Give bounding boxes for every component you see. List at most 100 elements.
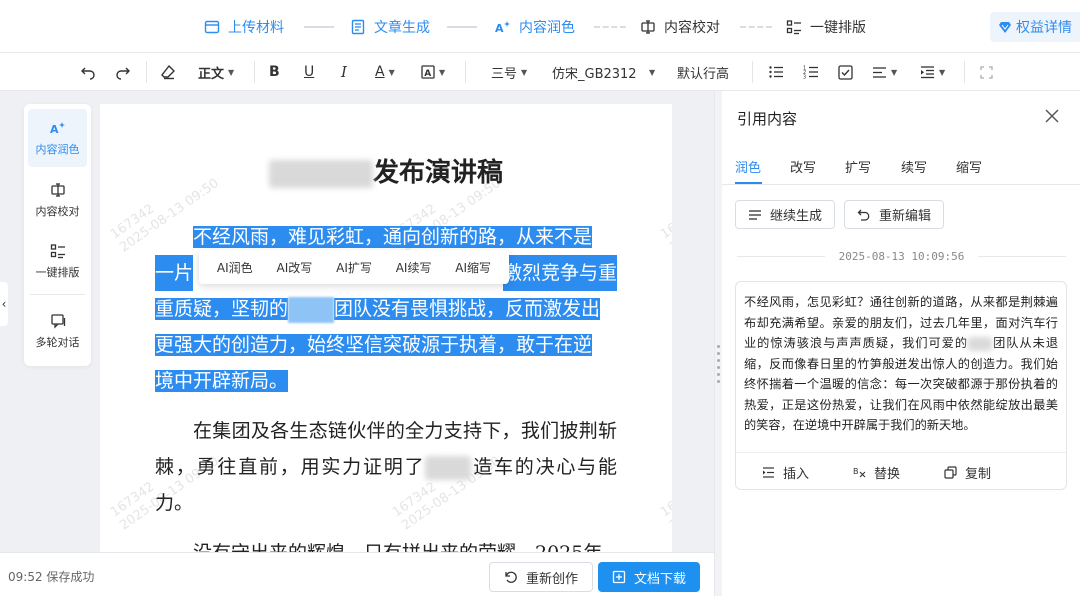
step-label: 一键排版 [810, 20, 866, 36]
step-layout[interactable]: 一键排版 [786, 16, 866, 38]
tab-shorten[interactable]: 缩写 [956, 157, 982, 176]
bold-icon: B [269, 64, 280, 80]
redo-button[interactable] [115, 61, 131, 83]
ai-continue-option[interactable]: AI续写 [396, 259, 432, 276]
tab-rewrite[interactable]: 改写 [790, 157, 816, 176]
continue-generate-button[interactable]: 继续生成 [735, 200, 836, 229]
caret-down-icon: ▼ [649, 67, 656, 77]
diamond-icon [999, 22, 1011, 33]
step-polish[interactable]: A 内容润色 [495, 16, 575, 38]
svg-text:A: A [495, 22, 504, 35]
drag-handle-icon[interactable] [717, 345, 721, 389]
undo-button[interactable] [80, 61, 96, 83]
insert-button[interactable]: 插入 [762, 462, 809, 482]
document-page[interactable]: 167342 2025-08-13 09:50 167342 2025-08-13 … [100, 104, 672, 554]
indent-select[interactable]: ▼ [920, 61, 945, 83]
highlight-color-button[interactable]: A ▼ [421, 61, 445, 83]
recreate-button[interactable]: 重新创作 [489, 562, 594, 592]
tab-polish[interactable]: 润色 [735, 157, 761, 176]
step-connector [304, 26, 334, 28]
selected-paragraph[interactable]: 不经风雨，难见彩虹，通向创新的路，从来不是 一片 激烈竞争与重 重质疑，坚韧的 团队… [155, 219, 617, 399]
bold-button[interactable]: B [269, 61, 280, 83]
paragraph-style-value: 正文 [198, 66, 225, 82]
redacted-name [268, 160, 373, 188]
ai-polish-option[interactable]: AI润色 [217, 259, 253, 276]
benefit-details-button[interactable]: 权益详情 [990, 12, 1080, 42]
toolbar-separator [465, 61, 466, 83]
collapse-handle[interactable]: ‹ [0, 282, 8, 326]
polish-icon: A [495, 21, 510, 35]
line-height-select[interactable]: 默认行高 [677, 61, 739, 83]
caret-down-icon: ▼ [891, 67, 898, 77]
panel-title: 引用内容 [737, 110, 798, 128]
benefit-label: 权益详情 [1016, 20, 1072, 36]
tool-divider [30, 294, 85, 295]
numbered-list-button[interactable]: 123 [803, 61, 819, 83]
caret-down-icon: ▼ [521, 67, 528, 77]
paragraph-style-select[interactable]: 正文 ▼ [198, 61, 234, 83]
step-label: 内容润色 [519, 20, 575, 36]
font-family-value: 仿宋_GB2312 [552, 66, 637, 82]
result-text[interactable]: 不经风雨，怎见彩虹？通往创新的道路，从来都是荆棘遍布却充满希望。亲爱的朋友们，过… [744, 292, 1058, 436]
step-connector [740, 26, 772, 28]
undo-icon [857, 209, 870, 221]
step-upload[interactable]: 上传材料 [204, 16, 284, 38]
result-card: 不经风雨，怎见彩虹？通往创新的道路，从来都是荆棘遍布却充满希望。亲爱的朋友们，过… [735, 281, 1067, 490]
result-tabs: 润色 改写 扩写 续写 缩写 [722, 149, 1080, 185]
download-button[interactable]: 文档下载 [598, 562, 701, 592]
ai-expand-option[interactable]: AI扩写 [336, 259, 372, 276]
tab-expand[interactable]: 扩写 [845, 157, 871, 176]
tab-continue[interactable]: 续写 [901, 157, 927, 176]
bullet-list-button[interactable] [768, 61, 784, 83]
document-title[interactable]: 发布演讲稿 [100, 152, 672, 189]
ai-rewrite-option[interactable]: AI改写 [277, 259, 313, 276]
step-connector [447, 26, 477, 28]
underline-icon: U [304, 64, 315, 80]
highlight-icon: A [421, 65, 435, 79]
card-divider [736, 452, 1066, 453]
align-select[interactable]: ▼ [872, 61, 897, 83]
step-label: 上传材料 [228, 20, 284, 36]
underline-button[interactable]: U [304, 61, 314, 83]
copy-button[interactable]: 复制 [944, 462, 991, 482]
tool-proofread[interactable]: 内容校对 [28, 171, 87, 229]
caret-down-icon: ▼ [388, 67, 395, 77]
ai-shorten-option[interactable]: AI缩写 [455, 259, 491, 276]
paragraph[interactable]: 在集团及各生态链伙伴的全力支持下，我们披荆斩棘，勇往直前，用实力证明了 造车的决心… [155, 413, 617, 521]
numbered-list-icon: 123 [803, 66, 818, 80]
toolbar-separator [752, 61, 753, 83]
italic-icon: I [341, 63, 347, 81]
step-generate[interactable]: 文章生成 [350, 16, 430, 38]
tool-multi-turn-chat[interactable]: 多轮对话 [28, 302, 87, 360]
line-height-value: 默认行高 [677, 66, 730, 82]
reference-panel: 引用内容 润色 改写 扩写 续写 缩写 继续生成 重新编辑 2025-08-13… [722, 91, 1080, 596]
checklist-button[interactable] [838, 61, 853, 83]
fullscreen-button[interactable] [980, 61, 993, 83]
font-size-select[interactable]: 三号 ▼ [491, 61, 527, 83]
chevron-left-icon: ‹ [1, 297, 7, 311]
result-timestamp-row: 2025-08-13 10:09:56 [737, 248, 1066, 264]
tool-layout[interactable]: 一键排版 [28, 232, 87, 290]
tool-label: 内容校对 [35, 204, 80, 218]
italic-button[interactable]: I [341, 61, 347, 83]
proofread-icon [641, 20, 655, 34]
re-edit-button[interactable]: 重新编辑 [844, 200, 945, 229]
clear-format-button[interactable] [160, 61, 176, 83]
redacted-name [425, 456, 472, 480]
font-family-select[interactable]: 仿宋_GB2312 [552, 61, 642, 83]
folder-icon [204, 20, 220, 34]
save-status: 09:52 保存成功 [8, 570, 95, 584]
step-connector [594, 26, 626, 28]
caret-down-icon: ▼ [439, 67, 446, 77]
undo-icon [81, 67, 95, 80]
step-proofread[interactable]: 内容校对 [640, 16, 720, 38]
tool-polish[interactable]: A 内容润色 [28, 109, 87, 167]
active-tab-indicator [735, 182, 762, 184]
font-family-caret[interactable]: ▼ [645, 61, 655, 83]
close-icon[interactable] [1044, 108, 1060, 124]
font-color-button[interactable]: A ▼ [375, 61, 395, 83]
replace-button[interactable]: B 替换 [853, 462, 900, 482]
step-label: 文章生成 [374, 20, 430, 36]
bottom-bar: 09:52 保存成功 重新创作 文档下载 [0, 552, 714, 596]
panel-splitter[interactable] [714, 91, 722, 596]
